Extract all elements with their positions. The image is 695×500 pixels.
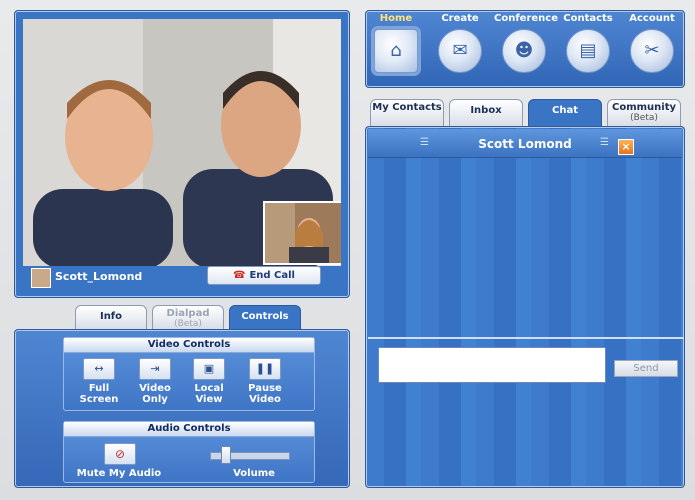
- tab-community-label: Community: [611, 102, 676, 113]
- chat-header: ☰ Scott Lomond ☰ ×: [368, 129, 682, 158]
- tab-community[interactable]: Community (Beta): [607, 99, 681, 127]
- remote-video: [23, 19, 341, 266]
- conference-icon: ☻: [502, 29, 546, 73]
- end-call-label: End Call: [249, 270, 295, 281]
- video-only-button[interactable]: ⇥ Video Only: [128, 358, 182, 405]
- create-icon: ✉: [438, 29, 482, 73]
- controls-panel: Video Controls ↔ Full Screen ⇥ Video Onl…: [14, 329, 350, 488]
- phone-hangup-icon: ☎: [232, 270, 246, 281]
- video-only-label-1: Video: [139, 383, 171, 394]
- nav-contacts[interactable]: Contacts ▤: [558, 13, 618, 73]
- menu-grip-icon[interactable]: ☰: [600, 137, 609, 148]
- home-icon: ⌂: [374, 29, 418, 73]
- account-icon: ✂: [630, 29, 674, 73]
- full-screen-icon: ↔: [83, 358, 115, 380]
- video-controls-group: Video Controls ↔ Full Screen ⇥ Video Onl…: [63, 337, 315, 411]
- local-view-label-2: View: [195, 394, 223, 405]
- full-screen-button[interactable]: ↔ Full Screen: [72, 358, 126, 405]
- full-screen-label-2: Screen: [79, 394, 119, 405]
- video-controls-title: Video Controls: [64, 338, 314, 353]
- tab-inbox[interactable]: Inbox: [449, 99, 523, 127]
- tab-controls[interactable]: Controls: [229, 305, 301, 330]
- send-button[interactable]: Send: [614, 360, 678, 377]
- video-only-label-2: Only: [142, 394, 168, 405]
- full-screen-label-1: Full: [88, 383, 110, 394]
- caller-avatar: [31, 268, 51, 288]
- nav-create[interactable]: Create ✉: [430, 13, 490, 73]
- video-panel: Scott_Lomond ☎ End Call: [14, 10, 350, 298]
- nav-contacts-label: Contacts: [563, 13, 613, 24]
- tab-community-beta: (Beta): [630, 113, 658, 123]
- pause-video-button[interactable]: ❚❚ Pause Video: [238, 358, 292, 405]
- chat-message-input[interactable]: [378, 347, 606, 383]
- nav-account-label: Account: [629, 13, 675, 24]
- nav-conference-label: Conference: [494, 13, 559, 24]
- tab-chat-label: Chat: [552, 105, 578, 116]
- nav-create-label: Create: [441, 13, 479, 24]
- tab-inbox-label: Inbox: [470, 105, 502, 116]
- tab-my-contacts[interactable]: My Contacts: [370, 99, 444, 127]
- close-chat-button[interactable]: ×: [618, 139, 634, 155]
- tab-controls-label: Controls: [241, 311, 289, 322]
- video-only-icon: ⇥: [139, 358, 171, 380]
- tab-my-contacts-label: My Contacts: [372, 102, 442, 113]
- audio-controls-title: Audio Controls: [64, 422, 314, 437]
- mute-microphone-icon: ⊘: [114, 447, 126, 461]
- local-view-label-1: Local: [194, 383, 224, 394]
- top-nav: Home ⌂ Create ✉ Conference ☻ Contacts ▤ …: [365, 10, 685, 88]
- volume-slider-thumb[interactable]: [221, 446, 231, 464]
- local-view-icon: ▣: [193, 358, 225, 380]
- pause-icon: ❚❚: [249, 358, 281, 380]
- close-icon: ×: [621, 140, 631, 153]
- caller-name: Scott_Lomond: [55, 270, 143, 283]
- pause-video-label-2: Video: [249, 394, 281, 405]
- tab-info[interactable]: Info: [75, 305, 147, 330]
- volume-label: Volume: [233, 468, 275, 479]
- nav-account[interactable]: Account ✂: [622, 13, 682, 73]
- tab-chat[interactable]: Chat: [528, 99, 602, 127]
- nav-home[interactable]: Home ⌂: [366, 13, 426, 73]
- contacts-icon: ▤: [566, 29, 610, 73]
- nav-conference[interactable]: Conference ☻: [494, 13, 559, 73]
- chat-panel: ☰ Scott Lomond ☰ × Send: [365, 126, 685, 488]
- end-call-button[interactable]: ☎ End Call: [207, 266, 321, 285]
- audio-controls-group: Audio Controls ⊘ Mute My Audio Volume: [63, 421, 315, 483]
- chat-divider: [368, 337, 684, 339]
- local-video-preview: [263, 201, 341, 265]
- mute-audio-button[interactable]: ⊘: [104, 443, 136, 465]
- mute-audio-label: Mute My Audio: [76, 468, 162, 479]
- local-view-button[interactable]: ▣ Local View: [182, 358, 236, 405]
- pause-video-label-1: Pause: [248, 383, 282, 394]
- nav-home-label: Home: [379, 13, 413, 24]
- tab-dialpad-label: Dialpad: [166, 308, 210, 319]
- tab-info-label: Info: [99, 311, 123, 322]
- chat-title: Scott Lomond: [478, 137, 572, 151]
- tab-dialpad: Dialpad (Beta): [152, 305, 224, 330]
